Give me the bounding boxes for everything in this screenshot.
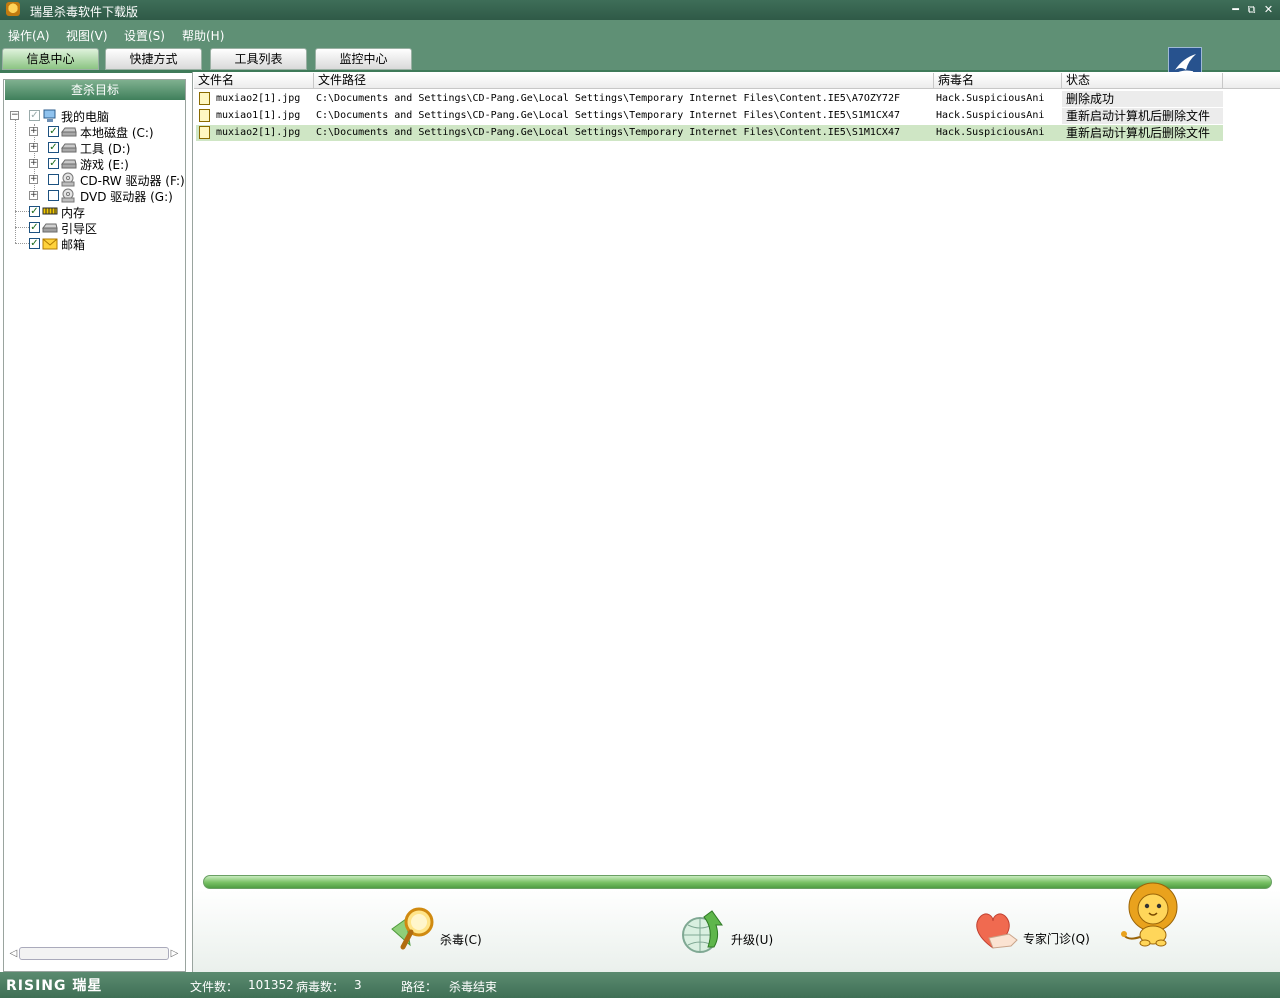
expand-icon[interactable]: + [29, 127, 38, 136]
expert-clinic-label: 专家门诊(Q) [1023, 932, 1090, 946]
checkbox-unchecked[interactable] [48, 190, 59, 201]
menu-bar: 操作(A) 视图(V) 设置(S) 帮助(H) [0, 20, 1280, 48]
restore-icon[interactable]: ⧉ [1245, 3, 1258, 16]
tab-monitor-center[interactable]: 监控中心 [315, 48, 412, 70]
expand-icon[interactable]: + [29, 175, 38, 184]
boot-sector-icon [42, 222, 58, 234]
cell-status: 重新启动计算机后删除文件 [1062, 125, 1223, 141]
path-value: 杀毒结束 [449, 980, 498, 994]
tree-item-my-computer[interactable]: − ✓ 我的电脑 [9, 107, 179, 124]
image-file-icon [199, 109, 210, 122]
heart-hand-icon [971, 908, 1021, 958]
cell-file-path: C:\Documents and Settings\CD-Pang.Ge\Loc… [316, 127, 900, 138]
virus-count-label: 病毒数： [296, 980, 345, 994]
globe-upgrade-icon [680, 907, 730, 957]
cd-drive-icon [60, 172, 76, 187]
tab-bar: 信息中心 快捷方式 工具列表 监控中心 [0, 48, 1280, 72]
column-status[interactable]: 状态 [1062, 73, 1223, 88]
cell-file-name: muxiao2[1].jpg [216, 127, 301, 138]
results-grid-header: 文件名 文件路径 病毒名 状态 [194, 73, 1280, 89]
table-row[interactable]: muxiao1[1].jpg C:\Documents and Settings… [196, 108, 1223, 124]
cell-virus-name: Hack.SuspiciousAni [936, 127, 1045, 138]
tree-item-drive-f[interactable]: + CD-RW 驱动器 (F:) [9, 171, 185, 188]
expand-icon[interactable]: + [29, 191, 38, 200]
table-row[interactable]: muxiao2[1].jpg C:\Documents and Settings… [196, 91, 1223, 107]
path-label: 路径： [401, 980, 438, 994]
cell-file-name: muxiao2[1].jpg [216, 93, 301, 104]
close-icon[interactable]: ✕ [1262, 3, 1275, 16]
results-panel [192, 72, 1280, 972]
files-count-value: 101352 [248, 978, 294, 992]
scrollbar-thumb[interactable] [19, 947, 169, 960]
hard-disk-icon [61, 126, 77, 138]
hard-disk-icon [61, 158, 77, 170]
scroll-left-icon[interactable]: ◁ [9, 947, 18, 960]
rising-lion-icon [6, 2, 20, 16]
cell-file-path: C:\Documents and Settings\CD-Pang.Ge\Loc… [316, 110, 900, 121]
mail-icon [42, 238, 58, 250]
files-count-label: 文件数： [190, 980, 239, 994]
expert-clinic-button[interactable]: 专家门诊(Q) [971, 908, 1101, 968]
tab-shortcuts[interactable]: 快捷方式 [105, 48, 202, 70]
title-bar: 瑞星杀毒软件下载版 ━ ⧉ ✕ [0, 0, 1280, 20]
scroll-right-icon[interactable]: ▷ [170, 947, 179, 960]
collapse-icon[interactable]: − [10, 111, 19, 120]
horizontal-scrollbar[interactable]: ◁ ▷ [9, 946, 181, 962]
menu-view[interactable]: 视图(V) [66, 27, 108, 44]
column-file-name[interactable]: 文件名 [194, 73, 314, 88]
scan-progress-bar [203, 875, 1272, 889]
cell-virus-name: Hack.SuspiciousAni [936, 110, 1045, 121]
expand-icon[interactable]: + [29, 159, 38, 168]
virus-count-value: 3 [354, 978, 362, 992]
tree-item-drive-g[interactable]: + DVD 驱动器 (G:) [9, 187, 184, 204]
tab-tool-list[interactable]: 工具列表 [210, 48, 307, 70]
cell-file-name: muxiao1[1].jpg [216, 110, 301, 121]
upgrade-button[interactable]: 升级(U) [680, 907, 780, 967]
menu-help[interactable]: 帮助(H) [182, 27, 224, 44]
hard-disk-icon [61, 142, 77, 154]
tab-info-center[interactable]: 信息中心 [2, 48, 99, 70]
menu-operate[interactable]: 操作(A) [8, 27, 50, 44]
cell-virus-name: Hack.SuspiciousAni [936, 93, 1045, 104]
menu-settings[interactable]: 设置(S) [124, 27, 165, 44]
cell-file-path: C:\Documents and Settings\CD-Pang.Ge\Loc… [316, 93, 900, 104]
cell-status: 删除成功 [1062, 91, 1223, 107]
window-title: 瑞星杀毒软件下载版 [30, 5, 139, 19]
scan-target-header: 查杀目标 [5, 80, 185, 100]
checkbox-checked[interactable]: ✓ [48, 158, 59, 169]
column-virus-name[interactable]: 病毒名 [934, 73, 1062, 88]
checkbox-checked[interactable]: ✓ [29, 206, 40, 217]
magnifier-icon [388, 905, 438, 955]
checkbox-unchecked[interactable] [48, 174, 59, 185]
rising-brand-logo: RISING 瑞星 [6, 978, 103, 994]
tree-item-drive-c[interactable]: + ✓ 本地磁盘 (C:) [9, 123, 179, 140]
status-bar: 文件数： 101352 病毒数： 3 路径： 杀毒结束 [0, 972, 1280, 998]
memory-icon [42, 205, 58, 217]
image-file-icon [199, 92, 210, 105]
tree-item-label: 邮箱 [61, 238, 86, 252]
scan-button[interactable]: 杀毒(C) [388, 905, 488, 965]
tree-item-boot-sector[interactable]: ✓ 引导区 [9, 219, 179, 236]
minimize-icon[interactable]: ━ [1229, 3, 1242, 16]
checkbox-checked[interactable]: ✓ [29, 238, 40, 249]
column-file-path[interactable]: 文件路径 [314, 73, 934, 88]
tree-item-memory[interactable]: ✓ 内存 [9, 203, 179, 220]
tree-item-drive-e[interactable]: + ✓ 游戏 (E:) [9, 155, 179, 172]
tree-item-mailbox[interactable]: ✓ 邮箱 [9, 235, 179, 252]
tree-item-drive-d[interactable]: + ✓ 工具 (D:) [9, 139, 179, 156]
expand-icon[interactable]: + [29, 143, 38, 152]
image-file-icon [199, 126, 210, 139]
computer-icon [42, 109, 58, 122]
lion-mascot-icon [1120, 881, 1182, 947]
checkbox-checked[interactable]: ✓ [48, 126, 59, 137]
checkbox-checked[interactable]: ✓ [29, 222, 40, 233]
dvd-drive-icon [60, 188, 76, 203]
checkbox-checked[interactable]: ✓ [48, 142, 59, 153]
table-row-selected[interactable]: muxiao2[1].jpg C:\Documents and Settings… [196, 125, 1223, 141]
cell-status: 重新启动计算机后删除文件 [1062, 108, 1223, 124]
scan-label: 杀毒(C) [440, 933, 482, 947]
upgrade-label: 升级(U) [731, 933, 774, 947]
checkbox-partial[interactable]: ✓ [29, 110, 40, 121]
